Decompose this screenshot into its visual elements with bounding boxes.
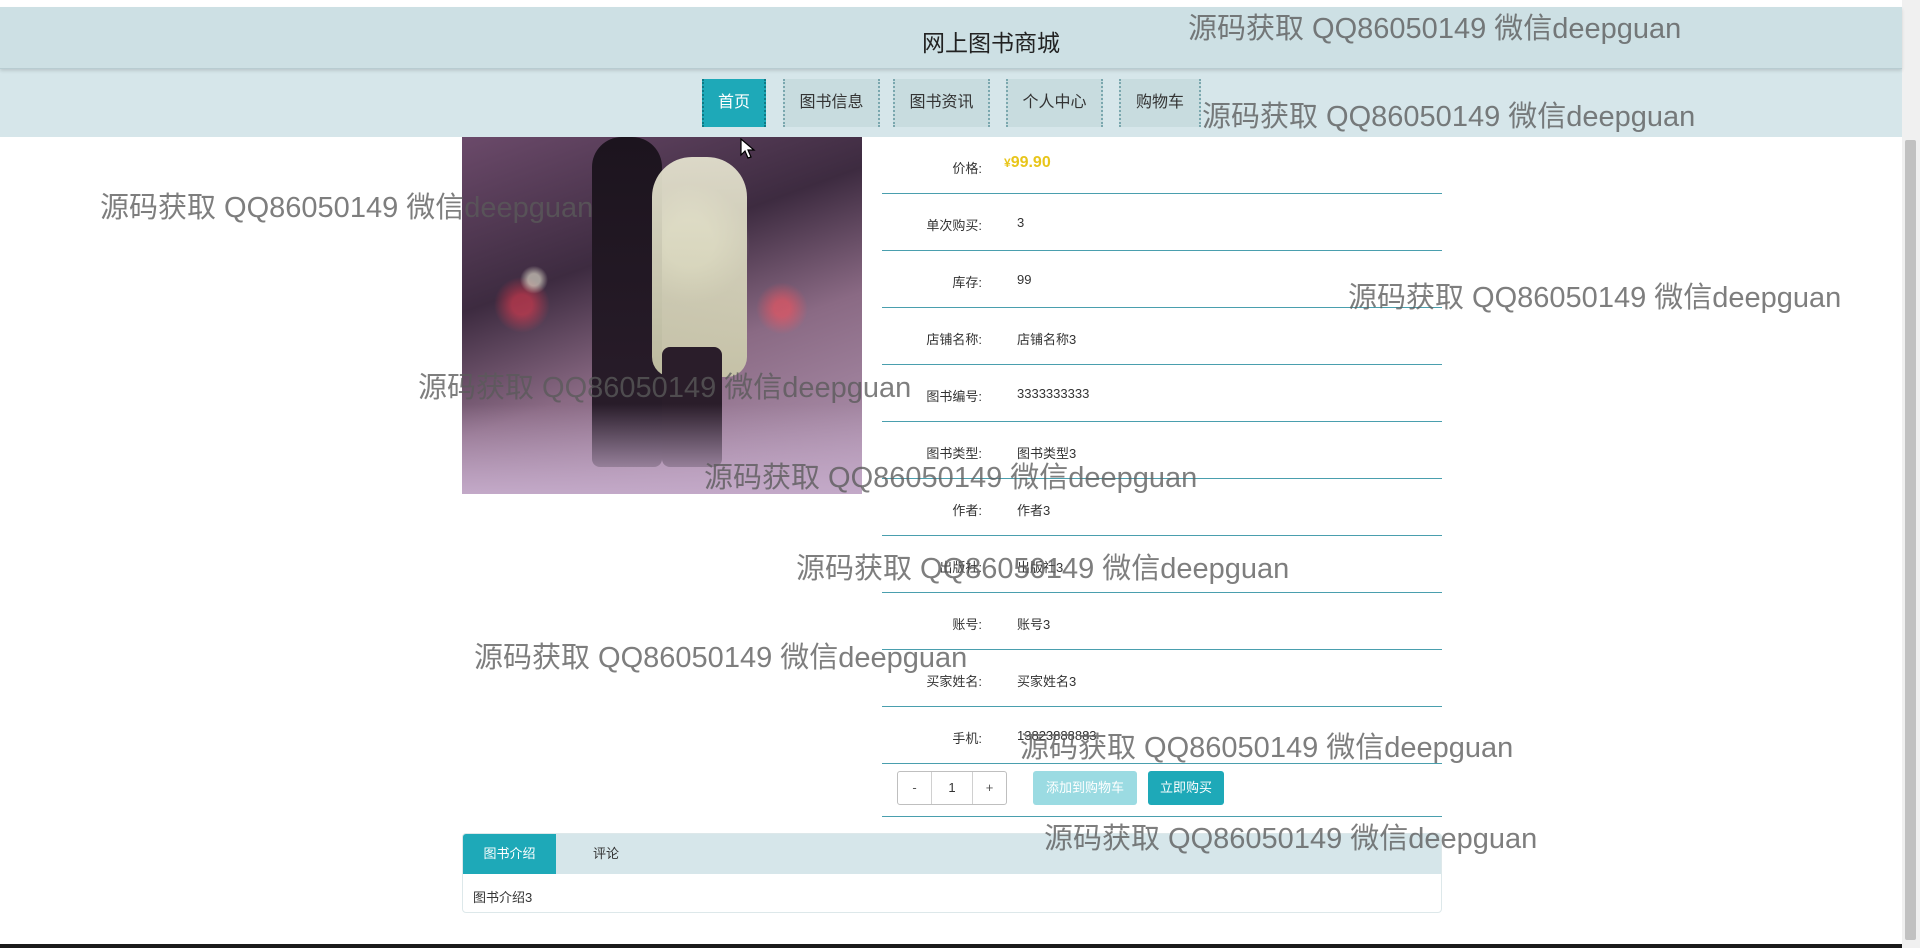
nav-item-cart[interactable]: 购物车 xyxy=(1119,79,1201,127)
product-detail-table: 价格: ¥99.90 单次购买: 3 库存: 99 店铺名称: 店铺名称3 图书… xyxy=(882,137,1442,817)
detail-value: 买家姓名3 xyxy=(1017,674,1077,689)
site-title: 网上图书商城 xyxy=(922,30,1060,56)
detail-row-account: 账号: 账号3 xyxy=(882,593,1442,650)
purchase-action-row: - 1 + 添加到购物车 立即购买 xyxy=(882,764,1442,817)
quantity-decrease-button[interactable]: - xyxy=(898,772,931,804)
detail-row-single-purchase: 单次购买: 3 xyxy=(882,194,1442,251)
buy-now-button[interactable]: 立即购买 xyxy=(1148,771,1224,805)
detail-label: 单次购买: xyxy=(926,218,982,233)
detail-row-phone: 手机: 13823888883 xyxy=(882,707,1442,764)
detail-value: 3 xyxy=(1017,215,1025,230)
quantity-increase-button[interactable]: + xyxy=(973,772,1006,804)
tab-comments[interactable]: 评论 xyxy=(556,834,656,874)
site-header: 网上图书商城 xyxy=(0,7,1902,69)
detail-label: 账号: xyxy=(952,617,982,632)
top-strip xyxy=(0,0,1920,7)
detail-label: 价格: xyxy=(952,161,982,176)
detail-label: 作者: xyxy=(952,503,982,518)
quantity-input[interactable]: 1 xyxy=(931,772,973,804)
nav-item-book-news[interactable]: 图书资讯 xyxy=(893,79,990,127)
detail-label: 库存: xyxy=(952,275,982,290)
price-amount: 99.90 xyxy=(1010,154,1051,171)
detail-row-book-type: 图书类型: 图书类型3 xyxy=(882,422,1442,479)
detail-value: 店铺名称3 xyxy=(1017,332,1077,347)
detail-label: 出版社: xyxy=(939,560,982,575)
detail-label: 手机: xyxy=(952,731,982,746)
tabs-bar: 图书介绍 评论 xyxy=(463,834,1441,874)
price-value: ¥99.90 xyxy=(1004,154,1051,172)
detail-value: 图书类型3 xyxy=(1017,446,1077,461)
scrollbar-thumb[interactable] xyxy=(1905,140,1916,940)
detail-row-price: 价格: ¥99.90 xyxy=(882,137,1442,194)
detail-label: 图书类型: xyxy=(926,446,982,461)
nav-item-book-info[interactable]: 图书信息 xyxy=(783,79,880,127)
detail-value: 99 xyxy=(1017,272,1032,287)
detail-row-publisher: 出版社: 出版社3 xyxy=(882,536,1442,593)
detail-value: 账号3 xyxy=(1017,617,1051,632)
nav-item-personal-center[interactable]: 个人中心 xyxy=(1006,79,1103,127)
main-navbar: 首页 图书信息 图书资讯 个人中心 购物车 xyxy=(0,69,1902,137)
nav-item-home[interactable]: 首页 xyxy=(702,79,766,127)
detail-label: 图书编号: xyxy=(926,389,982,404)
detail-value: 作者3 xyxy=(1017,503,1051,518)
detail-row-book-number: 图书编号: 3333333333 xyxy=(882,365,1442,422)
detail-row-shop-name: 店铺名称: 店铺名称3 xyxy=(882,308,1442,365)
price-symbol: ¥ xyxy=(1004,156,1011,170)
quantity-stepper: - 1 + xyxy=(897,771,1007,805)
detail-row-stock: 库存: 99 xyxy=(882,251,1442,308)
tab-book-intro[interactable]: 图书介绍 xyxy=(463,834,556,874)
tab-content-text: 图书介绍3 xyxy=(473,890,533,905)
product-image xyxy=(462,137,862,494)
add-to-cart-button[interactable]: 添加到购物车 xyxy=(1033,771,1137,805)
detail-value: 13823888883 xyxy=(1017,728,1097,743)
image-figure-light xyxy=(652,157,747,377)
detail-label: 买家姓名: xyxy=(926,674,982,689)
image-ground xyxy=(462,404,862,494)
detail-value: 出版社3 xyxy=(1017,560,1064,575)
page-root: 网上图书商城 首页 图书信息 图书资讯 个人中心 购物车 价格: ¥99.90 … xyxy=(0,0,1920,948)
detail-row-author: 作者: 作者3 xyxy=(882,479,1442,536)
detail-label: 店铺名称: xyxy=(926,332,982,347)
detail-row-buyer-name: 买家姓名: 买家姓名3 xyxy=(882,650,1442,707)
bottom-bar xyxy=(0,944,1902,948)
product-tabs-panel: 图书介绍 评论 图书介绍3 xyxy=(462,833,1442,913)
detail-value: 3333333333 xyxy=(1017,386,1090,401)
